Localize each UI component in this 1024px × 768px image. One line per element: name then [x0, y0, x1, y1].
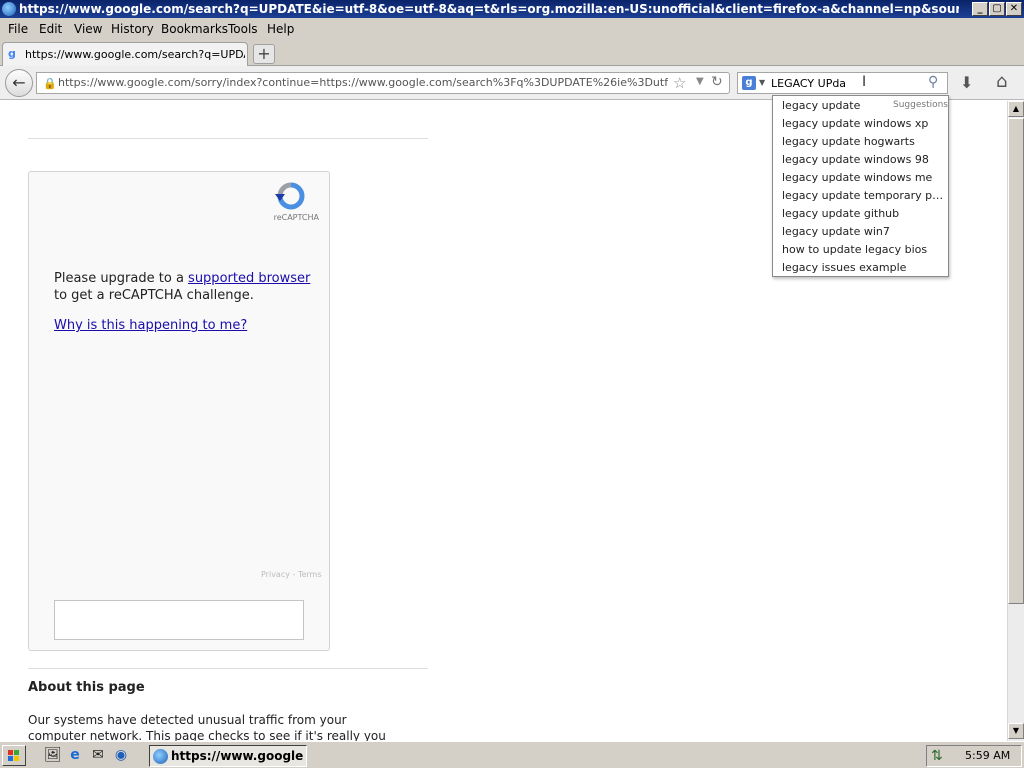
menu-tools[interactable]: Tools — [228, 21, 258, 37]
firefox-nightly-task-icon — [153, 749, 168, 764]
window-titlebar: https://www.google.com/search?q=UPDATE&i… — [0, 0, 1024, 18]
taskbar-item-label: https://www.google.c... — [171, 749, 303, 763]
menu-bar: File Edit View History Bookmarks Tools H… — [0, 18, 1024, 40]
google-favicon-icon: g — [8, 47, 16, 60]
recaptcha-box: reCAPTCHA Please upgrade to a supported … — [28, 171, 330, 651]
tab-google-search[interactable]: g https://www.google.com/search?q=UPDATE… — [2, 42, 248, 66]
back-button[interactable]: ← — [5, 69, 33, 97]
google-engine-icon[interactable]: g — [742, 76, 756, 90]
engine-dropdown-icon[interactable]: ▼ — [759, 78, 765, 87]
reload-icon[interactable]: ↻ — [711, 74, 723, 90]
show-desktop-icon[interactable]: 🖼 — [44, 747, 62, 763]
system-tray: ⇅ 5:59 AM — [926, 745, 1022, 767]
close-button[interactable]: ✕ — [1006, 2, 1022, 16]
menu-file[interactable]: File — [8, 21, 28, 37]
suggestion-item[interactable]: legacy update windows xp — [782, 116, 946, 132]
minimize-button[interactable]: _ — [972, 2, 988, 16]
recaptcha-logo-text: reCAPTCHA — [273, 213, 319, 222]
recaptcha-response-field[interactable] — [54, 600, 304, 640]
vertical-scrollbar[interactable]: ▲ ▼ — [1007, 101, 1024, 741]
upgrade-message: Please upgrade to a supported browser to… — [54, 270, 314, 304]
search-input[interactable] — [771, 75, 921, 91]
outlook-express-icon[interactable]: ✉ — [90, 747, 106, 763]
tab-strip: g https://www.google.com/search?q=UPDATE… — [0, 40, 1024, 66]
suggestion-item[interactable]: legacy update github — [782, 206, 946, 222]
suggestion-item[interactable]: legacy update hogwarts — [782, 134, 946, 150]
start-button[interactable] — [2, 745, 26, 766]
url-text[interactable]: https://www.google.com/sorry/index?conti… — [58, 76, 668, 89]
menu-help[interactable]: Help — [267, 21, 294, 37]
scroll-up-arrow-icon[interactable]: ▲ — [1008, 101, 1024, 117]
maximize-button[interactable]: ▢ — [989, 2, 1005, 16]
privacy-terms-links[interactable]: Privacy - Terms — [261, 570, 322, 579]
tab-label: https://www.google.com/search?q=UPDATE..… — [25, 48, 245, 61]
supported-browser-link[interactable]: supported browser — [188, 271, 310, 286]
scroll-thumb[interactable] — [1008, 118, 1024, 604]
downloads-icon[interactable]: ⬇ — [960, 73, 973, 92]
suggestion-item[interactable]: legacy update windows me — [782, 170, 946, 186]
suggestion-item[interactable]: legacy update windows 98 — [782, 152, 946, 168]
menu-history[interactable]: History — [111, 21, 154, 37]
clock[interactable]: 5:59 AM — [965, 749, 1010, 762]
firefox-nightly-icon — [2, 2, 16, 16]
menu-edit[interactable]: Edit — [39, 21, 62, 37]
text-cursor-icon: I — [862, 74, 867, 90]
upgrade-message-suffix: to get a reCAPTCHA challenge. — [54, 288, 254, 303]
scroll-down-arrow-icon[interactable]: ▼ — [1008, 723, 1024, 739]
about-paragraph: Our systems have detected unusual traffi… — [28, 713, 386, 741]
taskbar-item-browser[interactable]: https://www.google.c... — [149, 745, 307, 767]
window-title: https://www.google.com/search?q=UPDATE&i… — [19, 2, 959, 16]
back-arrow-icon: ← — [12, 73, 26, 92]
url-history-dropdown-icon[interactable]: ▼ — [696, 76, 704, 87]
suggestion-item[interactable]: legacy update temporary passw... — [782, 188, 946, 204]
recaptcha-logo-icon — [275, 182, 305, 210]
search-suggestions-dropdown: Suggestions legacy update legacy update … — [772, 95, 949, 277]
why-is-this-happening-link[interactable]: Why is this happening to me? — [54, 318, 247, 333]
top-divider — [28, 138, 428, 139]
internet-explorer-icon[interactable]: e — [67, 747, 83, 763]
network-icon[interactable]: ⇅ — [931, 748, 943, 764]
menu-bookmarks[interactable]: Bookmarks — [161, 21, 228, 37]
lock-icon: 🔒 — [43, 77, 57, 90]
url-bar[interactable]: 🔒 https://www.google.com/sorry/index?con… — [36, 72, 730, 94]
suggestion-item[interactable]: how to update legacy bios — [782, 242, 946, 258]
why-block: Why is this happening to me? — [54, 318, 247, 333]
search-bar[interactable]: g ▼ I ⚲ — [737, 72, 948, 94]
menu-view[interactable]: View — [74, 21, 102, 37]
search-magnifier-icon[interactable]: ⚲ — [928, 74, 938, 90]
windows-flag-icon — [8, 750, 19, 761]
firefox-nightly-quicklaunch-icon[interactable]: ◉ — [113, 747, 129, 763]
suggestion-item[interactable]: legacy update win7 — [782, 224, 946, 240]
about-heading: About this page — [28, 680, 145, 695]
suggestion-item[interactable]: legacy issues example — [782, 260, 946, 276]
bookmark-star-icon[interactable]: ☆ — [673, 74, 686, 92]
bottom-divider — [28, 668, 428, 669]
taskbar: 🖼 e ✉ ◉ https://www.google.c... ⇅ 5:59 A… — [0, 741, 1024, 768]
suggestion-item[interactable]: legacy update — [782, 98, 946, 114]
upgrade-message-prefix: Please upgrade to a — [54, 271, 189, 286]
home-icon[interactable]: ⌂ — [996, 71, 1007, 92]
new-tab-button[interactable]: + — [253, 44, 275, 64]
